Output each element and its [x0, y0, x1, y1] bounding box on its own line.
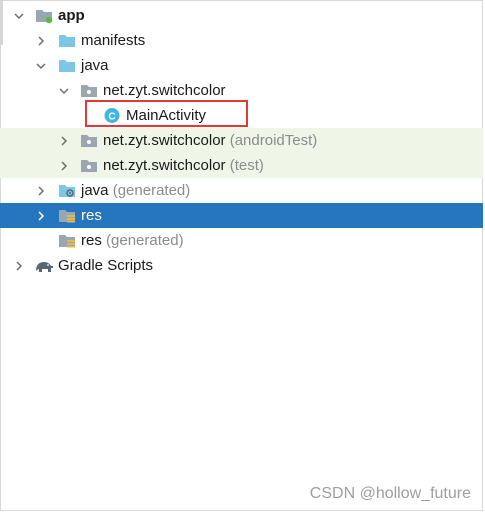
package-name: net.zyt.switchcolor — [103, 132, 226, 149]
chevron-right-icon[interactable] — [56, 153, 72, 178]
folder-icon — [58, 32, 76, 49]
package-icon — [80, 157, 98, 174]
package-icon — [80, 132, 98, 149]
tree-node-label: manifests — [81, 32, 146, 49]
source-set-suffix: (test) — [229, 157, 264, 174]
chevron-right-icon[interactable] — [33, 28, 49, 53]
chevron-down-icon[interactable] — [56, 78, 72, 103]
tree-node-java-generated[interactable]: java (generated) — [0, 178, 483, 203]
folder-name: java — [81, 182, 109, 199]
chevron-right-icon[interactable] — [56, 128, 72, 153]
tree-node-package-android-test[interactable]: net.zyt.switchcolor (androidTest) — [0, 128, 483, 153]
tree-node-label: java (generated) — [81, 181, 190, 200]
tree-node-label: app — [58, 7, 85, 24]
generated-suffix: (generated) — [106, 232, 184, 249]
tree-node-label: java — [81, 57, 109, 74]
tree-node-label: res (generated) — [81, 231, 184, 250]
tree-node-gradle-scripts[interactable]: Gradle Scripts — [0, 253, 483, 278]
tree-node-label: net.zyt.switchcolor — [103, 82, 226, 99]
folder-name: res — [81, 232, 102, 249]
chevron-right-icon[interactable] — [33, 178, 49, 203]
tree-node-app[interactable]: app — [0, 3, 483, 28]
tree-node-label: res — [81, 207, 102, 224]
tree-node-package-test[interactable]: net.zyt.switchcolor (test) — [0, 153, 483, 178]
tree-node-label: net.zyt.switchcolor (test) — [103, 156, 264, 175]
resource-folder-icon — [58, 232, 76, 249]
chevron-right-icon[interactable] — [11, 253, 27, 278]
tree-node-java[interactable]: java — [0, 53, 483, 78]
generated-folder-icon — [58, 182, 76, 199]
annotation-highlight-box — [85, 100, 248, 127]
source-set-suffix: (androidTest) — [229, 132, 318, 149]
gradle-elephant-icon — [34, 257, 53, 274]
package-icon — [80, 82, 98, 99]
chevron-down-icon[interactable] — [11, 3, 27, 28]
chevron-right-icon[interactable] — [33, 203, 49, 228]
package-name: net.zyt.switchcolor — [103, 157, 226, 174]
chevron-down-icon[interactable] — [33, 53, 49, 78]
folder-icon — [58, 57, 76, 74]
resource-folder-icon — [58, 207, 76, 224]
module-folder-icon — [35, 7, 53, 24]
tree-node-res-generated[interactable]: res (generated) — [0, 228, 483, 253]
tree-node-res[interactable]: res — [0, 203, 483, 228]
tree-node-label: Gradle Scripts — [58, 257, 154, 274]
tree-node-label: net.zyt.switchcolor (androidTest) — [103, 131, 317, 150]
tree-node-manifests[interactable]: manifests — [0, 28, 483, 53]
generated-suffix: (generated) — [112, 182, 191, 199]
watermark: CSDN @hollow_future — [309, 485, 471, 502]
